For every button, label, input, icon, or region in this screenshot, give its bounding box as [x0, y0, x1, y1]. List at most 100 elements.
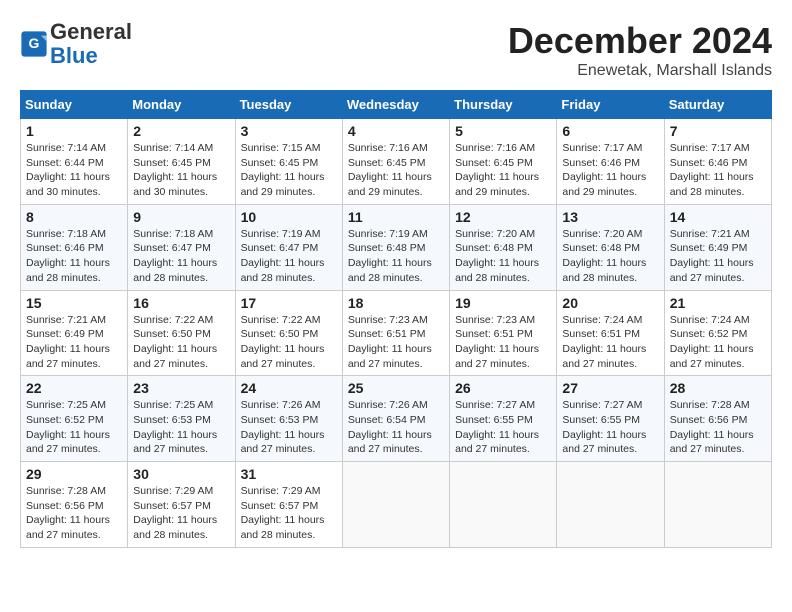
day-number: 14 [670, 209, 766, 225]
day-info: Sunrise: 7:14 AM Sunset: 6:45 PM Dayligh… [133, 141, 229, 200]
day-cell: 17 Sunrise: 7:22 AM Sunset: 6:50 PM Dayli… [235, 290, 342, 376]
day-info: Sunrise: 7:22 AM Sunset: 6:50 PM Dayligh… [133, 313, 229, 372]
day-info: Sunrise: 7:14 AM Sunset: 6:44 PM Dayligh… [26, 141, 122, 200]
day-number: 7 [670, 123, 766, 139]
day-number: 11 [348, 209, 444, 225]
day-info: Sunrise: 7:21 AM Sunset: 6:49 PM Dayligh… [670, 227, 766, 286]
header-cell-monday: Monday [128, 91, 235, 119]
day-number: 26 [455, 380, 551, 396]
day-info: Sunrise: 7:17 AM Sunset: 6:46 PM Dayligh… [562, 141, 658, 200]
day-cell: 2Sunrise: 7:14 AM Sunset: 6:45 PM Daylig… [128, 119, 235, 205]
day-info: Sunrise: 7:29 AM Sunset: 6:57 PM Dayligh… [241, 484, 337, 543]
day-number: 24 [241, 380, 337, 396]
day-cell: 8 Sunrise: 7:18 AM Sunset: 6:46 PM Daylig… [21, 204, 128, 290]
day-number: 18 [348, 295, 444, 311]
day-info: Sunrise: 7:28 AM Sunset: 6:56 PM Dayligh… [26, 484, 122, 543]
day-number: 1 [26, 123, 122, 139]
day-cell: 22 Sunrise: 7:25 AM Sunset: 6:52 PM Dayli… [21, 376, 128, 462]
logo-text: General Blue [50, 20, 132, 68]
day-number: 19 [455, 295, 551, 311]
day-info: Sunrise: 7:27 AM Sunset: 6:55 PM Dayligh… [562, 398, 658, 457]
day-cell: 10Sunrise: 7:19 AM Sunset: 6:47 PM Dayli… [235, 204, 342, 290]
day-number: 16 [133, 295, 229, 311]
day-cell: 18 Sunrise: 7:23 AM Sunset: 6:51 PM Dayli… [342, 290, 449, 376]
day-cell: 31 Sunrise: 7:29 AM Sunset: 6:57 PM Dayli… [235, 462, 342, 548]
calendar-body: 1 Sunrise: 7:14 AM Sunset: 6:44 PM Daylig… [21, 119, 772, 548]
day-number: 5 [455, 123, 551, 139]
day-info: Sunrise: 7:20 AM Sunset: 6:48 PM Dayligh… [455, 227, 551, 286]
day-info: Sunrise: 7:25 AM Sunset: 6:52 PM Dayligh… [26, 398, 122, 457]
day-number: 29 [26, 466, 122, 482]
day-cell [342, 462, 449, 548]
week-row-4: 22 Sunrise: 7:25 AM Sunset: 6:52 PM Dayli… [21, 376, 772, 462]
day-cell: 23Sunrise: 7:25 AM Sunset: 6:53 PM Dayli… [128, 376, 235, 462]
day-info: Sunrise: 7:22 AM Sunset: 6:50 PM Dayligh… [241, 313, 337, 372]
header-cell-thursday: Thursday [450, 91, 557, 119]
day-cell: 26 Sunrise: 7:27 AM Sunset: 6:55 PM Dayli… [450, 376, 557, 462]
day-number: 22 [26, 380, 122, 396]
logo-blue: Blue [50, 43, 98, 68]
header-cell-saturday: Saturday [664, 91, 771, 119]
day-info: Sunrise: 7:16 AM Sunset: 6:45 PM Dayligh… [348, 141, 444, 200]
header-row: SundayMondayTuesdayWednesdayThursdayFrid… [21, 91, 772, 119]
day-number: 28 [670, 380, 766, 396]
day-info: Sunrise: 7:26 AM Sunset: 6:54 PM Dayligh… [348, 398, 444, 457]
day-number: 8 [26, 209, 122, 225]
day-cell: 4Sunrise: 7:16 AM Sunset: 6:45 PM Daylig… [342, 119, 449, 205]
day-number: 27 [562, 380, 658, 396]
day-cell [450, 462, 557, 548]
day-number: 31 [241, 466, 337, 482]
week-row-1: 1 Sunrise: 7:14 AM Sunset: 6:44 PM Daylig… [21, 119, 772, 205]
day-number: 13 [562, 209, 658, 225]
day-cell: 19Sunrise: 7:23 AM Sunset: 6:51 PM Dayli… [450, 290, 557, 376]
day-cell: 14 Sunrise: 7:21 AM Sunset: 6:49 PM Dayli… [664, 204, 771, 290]
day-cell: 11 Sunrise: 7:19 AM Sunset: 6:48 PM Dayli… [342, 204, 449, 290]
day-cell: 3 Sunrise: 7:15 AM Sunset: 6:45 PM Daylig… [235, 119, 342, 205]
day-info: Sunrise: 7:23 AM Sunset: 6:51 PM Dayligh… [348, 313, 444, 372]
day-cell: 27 Sunrise: 7:27 AM Sunset: 6:55 PM Dayli… [557, 376, 664, 462]
day-info: Sunrise: 7:25 AM Sunset: 6:53 PM Dayligh… [133, 398, 229, 457]
day-info: Sunrise: 7:20 AM Sunset: 6:48 PM Dayligh… [562, 227, 658, 286]
day-info: Sunrise: 7:17 AM Sunset: 6:46 PM Dayligh… [670, 141, 766, 200]
day-info: Sunrise: 7:24 AM Sunset: 6:51 PM Dayligh… [562, 313, 658, 372]
day-info: Sunrise: 7:15 AM Sunset: 6:45 PM Dayligh… [241, 141, 337, 200]
day-info: Sunrise: 7:18 AM Sunset: 6:46 PM Dayligh… [26, 227, 122, 286]
day-cell: 5 Sunrise: 7:16 AM Sunset: 6:45 PM Daylig… [450, 119, 557, 205]
day-info: Sunrise: 7:24 AM Sunset: 6:52 PM Dayligh… [670, 313, 766, 372]
day-cell: 12 Sunrise: 7:20 AM Sunset: 6:48 PM Dayli… [450, 204, 557, 290]
header-cell-tuesday: Tuesday [235, 91, 342, 119]
svg-text:G: G [29, 35, 40, 51]
page-header: G General Blue December 2024 Enewetak, M… [20, 20, 772, 80]
week-row-3: 15Sunrise: 7:21 AM Sunset: 6:49 PM Dayli… [21, 290, 772, 376]
day-cell: 15Sunrise: 7:21 AM Sunset: 6:49 PM Dayli… [21, 290, 128, 376]
header-cell-wednesday: Wednesday [342, 91, 449, 119]
header-cell-sunday: Sunday [21, 91, 128, 119]
day-cell: 21Sunrise: 7:24 AM Sunset: 6:52 PM Dayli… [664, 290, 771, 376]
day-cell: 30Sunrise: 7:29 AM Sunset: 6:57 PM Dayli… [128, 462, 235, 548]
day-cell: 20Sunrise: 7:24 AM Sunset: 6:51 PM Dayli… [557, 290, 664, 376]
day-info: Sunrise: 7:18 AM Sunset: 6:47 PM Dayligh… [133, 227, 229, 286]
day-cell: 13 Sunrise: 7:20 AM Sunset: 6:48 PM Dayli… [557, 204, 664, 290]
day-number: 17 [241, 295, 337, 311]
logo: G General Blue [20, 20, 132, 68]
day-info: Sunrise: 7:19 AM Sunset: 6:47 PM Dayligh… [241, 227, 337, 286]
day-info: Sunrise: 7:19 AM Sunset: 6:48 PM Dayligh… [348, 227, 444, 286]
day-number: 3 [241, 123, 337, 139]
day-cell: 24Sunrise: 7:26 AM Sunset: 6:53 PM Dayli… [235, 376, 342, 462]
day-info: Sunrise: 7:29 AM Sunset: 6:57 PM Dayligh… [133, 484, 229, 543]
day-cell [557, 462, 664, 548]
day-number: 12 [455, 209, 551, 225]
day-info: Sunrise: 7:21 AM Sunset: 6:49 PM Dayligh… [26, 313, 122, 372]
day-info: Sunrise: 7:27 AM Sunset: 6:55 PM Dayligh… [455, 398, 551, 457]
calendar-table: SundayMondayTuesdayWednesdayThursdayFrid… [20, 90, 772, 548]
day-cell: 25 Sunrise: 7:26 AM Sunset: 6:54 PM Dayli… [342, 376, 449, 462]
day-cell: 28Sunrise: 7:28 AM Sunset: 6:56 PM Dayli… [664, 376, 771, 462]
day-cell: 6 Sunrise: 7:17 AM Sunset: 6:46 PM Daylig… [557, 119, 664, 205]
logo-general: General [50, 19, 132, 44]
day-number: 25 [348, 380, 444, 396]
day-cell [664, 462, 771, 548]
day-number: 9 [133, 209, 229, 225]
week-row-5: 29 Sunrise: 7:28 AM Sunset: 6:56 PM Dayli… [21, 462, 772, 548]
day-number: 6 [562, 123, 658, 139]
day-info: Sunrise: 7:16 AM Sunset: 6:45 PM Dayligh… [455, 141, 551, 200]
